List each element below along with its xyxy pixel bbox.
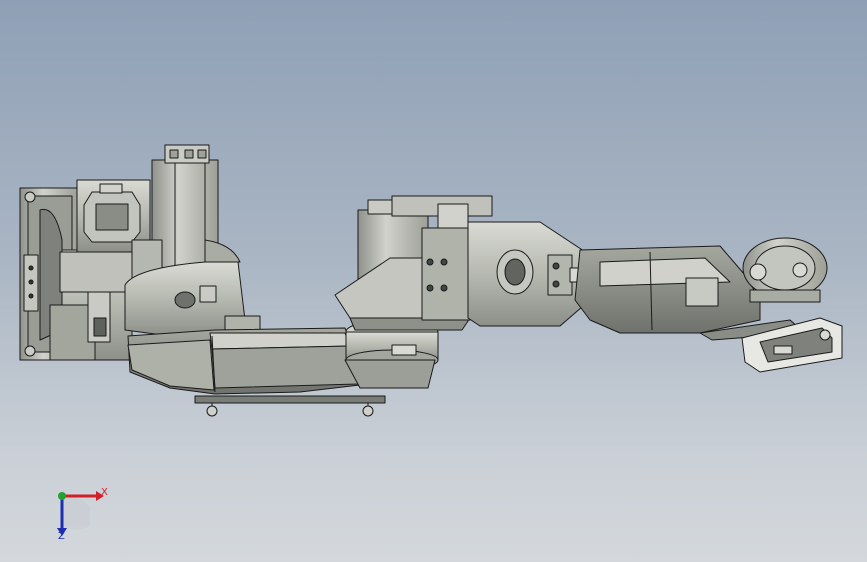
bolt-icon: [426, 284, 434, 292]
bolt-icon: [440, 284, 448, 292]
wrist-joint-block[interactable]: [467, 221, 591, 327]
wrist-motor[interactable]: [742, 237, 828, 303]
bolt-icon: [426, 258, 434, 266]
bolt-icon: [440, 258, 448, 266]
coordinate-triad: [57, 491, 104, 536]
bolt-icon: [28, 279, 34, 285]
bolt-icon: [24, 191, 36, 203]
x-axis-label: X: [101, 487, 108, 498]
graphics-viewport[interactable]: X Z: [0, 0, 867, 562]
fixture-foot-icon: [206, 405, 218, 417]
bolt-icon: [28, 293, 34, 299]
bolt-icon: [28, 265, 34, 271]
bolt-icon: [552, 280, 560, 288]
bolt-icon: [24, 345, 36, 357]
fixture-foot-icon: [362, 405, 374, 417]
joint-bore-icon: [504, 258, 526, 286]
z-axis-label: Z: [58, 531, 65, 542]
bolt-icon: [552, 262, 560, 270]
robot-arm-model[interactable]: [0, 0, 867, 562]
y-axis-arrow-icon: [58, 492, 66, 500]
